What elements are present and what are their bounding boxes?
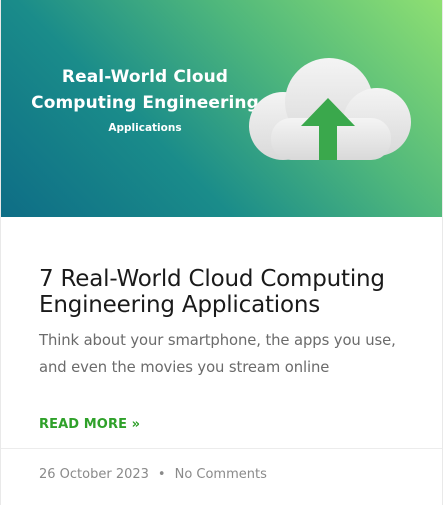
post-excerpt: Think about your smartphone, the apps yo… (39, 332, 396, 376)
featured-image[interactable]: Real-World Cloud Computing Engineering A… (1, 0, 442, 217)
read-more-link[interactable]: READ MORE » (39, 417, 140, 432)
post-meta: 26 October 2023 • No Comments (39, 467, 267, 482)
cloud-upload-icon (249, 58, 411, 160)
image-subtitle: Applications (108, 122, 182, 134)
post-content: 7 Real-World Cloud Computing Engineering… (39, 266, 419, 381)
comments-link[interactable]: No Comments (175, 467, 267, 482)
post-title[interactable]: 7 Real-World Cloud Computing Engineering… (39, 266, 419, 318)
meta-separator: • (157, 467, 166, 482)
image-title: Real-World Cloud Computing Engineering (31, 67, 259, 113)
post-date: 26 October 2023 (39, 467, 149, 482)
post-card: Real-World Cloud Computing Engineering A… (0, 0, 443, 505)
divider (1, 448, 442, 449)
